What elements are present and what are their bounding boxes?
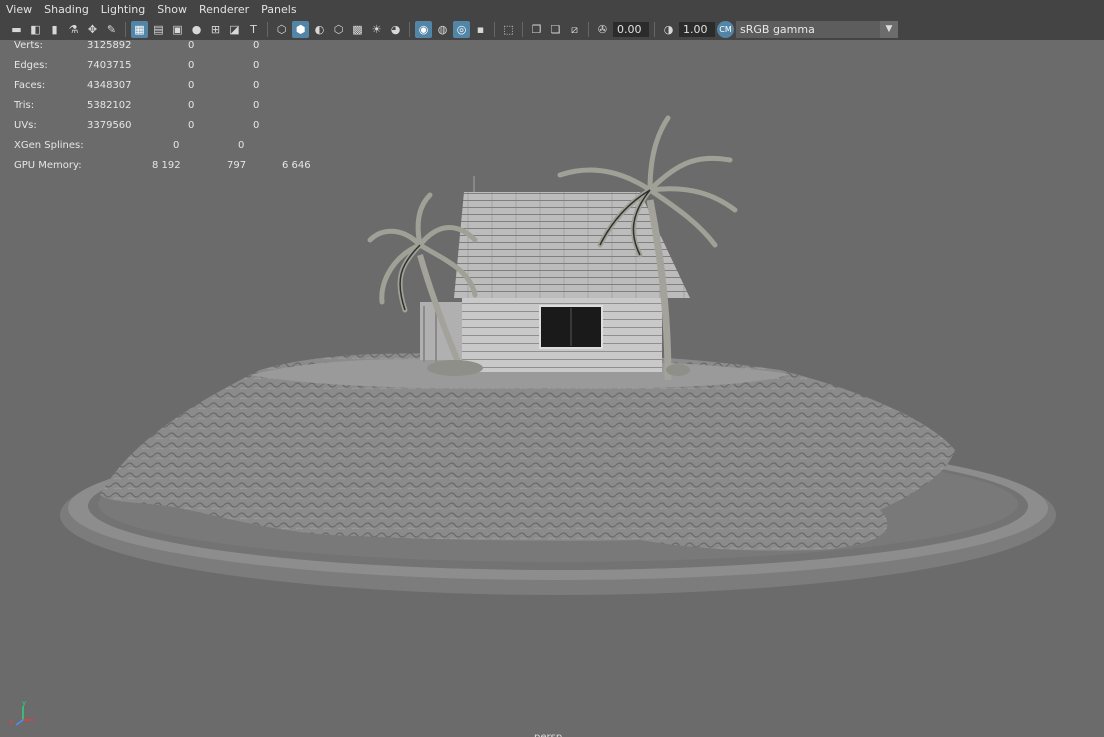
axis-label-z: z <box>9 718 13 726</box>
toolbar-divider <box>654 22 655 37</box>
safe-action-icon[interactable]: ◪ <box>226 21 243 38</box>
xray-active-icon[interactable]: ⧄ <box>566 21 583 38</box>
bookmark-icon[interactable]: ▮ <box>46 21 63 38</box>
xray-joints-icon[interactable]: ❏ <box>547 21 564 38</box>
hud-label: Faces: <box>14 80 46 91</box>
hud-value: 0 <box>253 100 260 111</box>
scene-render <box>60 115 1056 595</box>
hud-value: 0 <box>253 80 260 91</box>
grease-pencil-icon[interactable]: ✥ <box>84 21 101 38</box>
hud-value: 0 <box>253 60 260 71</box>
motion-blur-icon[interactable]: ◍ <box>434 21 451 38</box>
menu-shading[interactable]: Shading <box>38 0 95 19</box>
safe-title-icon[interactable]: T <box>245 21 262 38</box>
hud-value: 0 <box>188 100 195 111</box>
gamma-icon[interactable]: ◑ <box>660 21 677 38</box>
hud-value: 0 <box>188 40 195 51</box>
hud-label: GPU Memory: <box>14 160 82 171</box>
grid-icon[interactable]: ▦ <box>131 21 148 38</box>
wireframe-icon[interactable]: ⬡ <box>273 21 290 38</box>
gamma-field[interactable]: 1.00 <box>679 22 715 37</box>
panel-toolbar: ▬ ◧ ▮ ⚗ ✥ ✎ ▦ ▤ ▣ ● ⊞ ◪ T ⬡ ⬢ ◐ ⬡ ▩ ☀ ◕ … <box>0 19 1104 40</box>
axis-gizmo: y z <box>9 699 34 726</box>
hud-value: 8 192 <box>152 160 181 171</box>
menu-renderer[interactable]: Renderer <box>193 0 255 19</box>
camera-name: persp <box>534 732 562 737</box>
toolbar-divider <box>125 22 126 37</box>
viewport[interactable]: Verts: 3125892 0 0 Edges: 7403715 0 0 Fa… <box>0 40 1104 737</box>
anti-alias-icon[interactable]: ◎ <box>453 21 470 38</box>
use-lights-icon[interactable]: ☀ <box>368 21 385 38</box>
xray-icon[interactable]: ❐ <box>528 21 545 38</box>
hud-value: 797 <box>227 160 247 171</box>
camera-icon[interactable]: ▬ <box>8 21 25 38</box>
2d-pan-icon[interactable]: ✎ <box>103 21 120 38</box>
hud-value: 7403715 <box>87 60 132 71</box>
toolbar-divider <box>494 22 495 37</box>
hud-value: 3379560 <box>87 120 132 131</box>
gate-mask-icon[interactable]: ● <box>188 21 205 38</box>
hud-value: 0 <box>188 60 195 71</box>
menu-view[interactable]: View <box>0 0 38 19</box>
smooth-shade-icon[interactable]: ⬢ <box>292 21 309 38</box>
toolbar-divider <box>409 22 410 37</box>
shrub <box>427 360 483 376</box>
axis-label-y: y <box>22 699 26 707</box>
chevron-down-icon[interactable]: ▼ <box>880 21 898 38</box>
image-plane-icon[interactable]: ⚗ <box>65 21 82 38</box>
hud-label: Tris: <box>14 100 35 111</box>
textured-icon[interactable]: ▩ <box>349 21 366 38</box>
resolution-gate-icon[interactable]: ▣ <box>169 21 186 38</box>
camera-attr-icon[interactable]: ◧ <box>27 21 44 38</box>
flat-shade-icon[interactable]: ◐ <box>311 21 328 38</box>
exposure-field[interactable]: 0.00 <box>613 22 649 37</box>
hud-value: 0 <box>188 80 195 91</box>
hud-label: XGen Splines: <box>14 140 84 151</box>
shrub <box>666 364 690 376</box>
toolbar-divider <box>267 22 268 37</box>
hud-value: 0 <box>188 120 195 131</box>
hud-value: 6 646 <box>282 160 311 171</box>
depth-of-field-icon[interactable]: ▪ <box>472 21 489 38</box>
menu-bar: View Shading Lighting Show Renderer Pane… <box>0 0 1104 19</box>
hud-value: 0 <box>253 40 260 51</box>
bounding-box-icon[interactable]: ⬡ <box>330 21 347 38</box>
menu-lighting[interactable]: Lighting <box>95 0 151 19</box>
toolbar-divider <box>588 22 589 37</box>
field-chart-icon[interactable]: ⊞ <box>207 21 224 38</box>
menu-panels[interactable]: Panels <box>255 0 302 19</box>
hud-label: UVs: <box>14 120 37 131</box>
toolbar-divider <box>522 22 523 37</box>
film-gate-icon[interactable]: ▤ <box>150 21 167 38</box>
hud-value: 0 <box>253 120 260 131</box>
hud-label: Verts: <box>14 40 43 51</box>
exposure-icon[interactable]: ✇ <box>594 21 611 38</box>
isolate-select-icon[interactable]: ⬚ <box>500 21 517 38</box>
view-transform-label: sRGB gamma <box>740 23 815 36</box>
hud-value: 0 <box>173 140 180 151</box>
hud-value: 3125892 <box>87 40 132 51</box>
hud-value: 4348307 <box>87 80 132 91</box>
hud-label: Edges: <box>14 60 48 71</box>
hud-value: 0 <box>238 140 245 151</box>
hud-value: 5382102 <box>87 100 132 111</box>
menu-show[interactable]: Show <box>151 0 193 19</box>
view-transform-select[interactable]: sRGB gamma ▼ <box>736 21 898 38</box>
screen-space-ao-icon[interactable]: ◉ <box>415 21 432 38</box>
color-management-icon[interactable]: CM <box>717 21 734 38</box>
shadows-icon[interactable]: ◕ <box>387 21 404 38</box>
